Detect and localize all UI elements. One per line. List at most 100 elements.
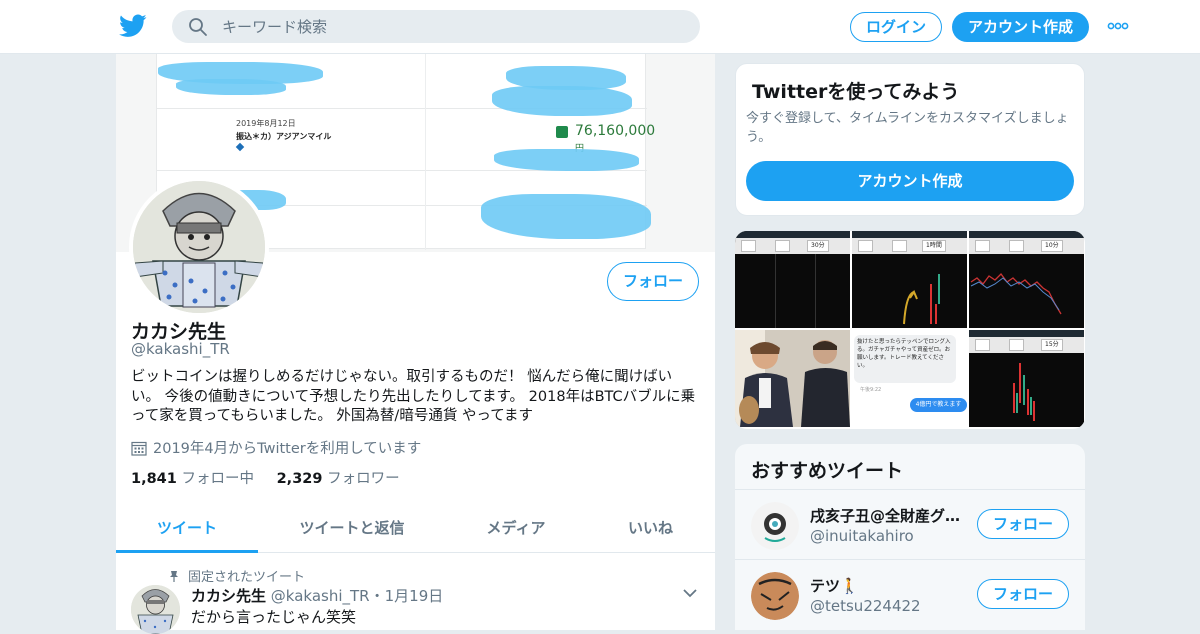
tweet-separator: ・ bbox=[369, 587, 385, 605]
recommended-follow-button[interactable]: フォロー bbox=[977, 579, 1069, 609]
recommended-account[interactable]: テツ🚶 @tetsu224422 フォロー bbox=[735, 559, 1085, 629]
profile-avatar[interactable] bbox=[129, 177, 269, 317]
redaction-blob bbox=[492, 86, 632, 116]
tab-media[interactable]: メディア bbox=[446, 506, 586, 553]
gear-icon bbox=[775, 240, 790, 252]
media-thumbnail[interactable]: 1時間 bbox=[852, 231, 967, 328]
photo-image bbox=[735, 330, 850, 427]
redaction-blob bbox=[494, 149, 639, 171]
chart-status-bar bbox=[969, 330, 1084, 337]
gear-icon bbox=[892, 240, 907, 252]
following-label: フォロー中 bbox=[181, 471, 254, 487]
redaction-blob bbox=[481, 194, 651, 239]
chart-status-bar bbox=[969, 231, 1084, 238]
timeframe-label: 15分 bbox=[1041, 339, 1063, 351]
media-thumbnail[interactable]: 10分 bbox=[969, 231, 1084, 328]
followers-count: 2,329 bbox=[276, 471, 323, 487]
avatar-image bbox=[751, 502, 799, 550]
chart-toolbar: 15分 bbox=[969, 337, 1084, 353]
media-thumbnail[interactable]: 15分 bbox=[969, 330, 1084, 427]
calendar-icon bbox=[131, 441, 147, 456]
tweet-date[interactable]: 1月19日 bbox=[385, 587, 444, 605]
avatar-drawing bbox=[133, 181, 265, 313]
grid-icon bbox=[741, 240, 756, 252]
search-input[interactable] bbox=[222, 10, 682, 43]
media-grid: 30分 1時間 10分 抜けたと思ったらテッペンでロング入る。ガチャガチャやって… bbox=[735, 231, 1085, 429]
pinned-label: 固定されたツイート bbox=[168, 566, 305, 585]
tweet-author-name[interactable]: カカシ先生 bbox=[191, 587, 266, 605]
tweet-author-avatar[interactable] bbox=[131, 585, 180, 634]
pin-icon bbox=[170, 571, 178, 582]
media-thumbnail[interactable] bbox=[735, 330, 850, 427]
tab-likes[interactable]: いいね bbox=[586, 506, 715, 553]
profile-handle[interactable]: @kakashi_TR bbox=[131, 340, 230, 358]
join-date-text: 2019年4月からTwitterを利用しています bbox=[153, 441, 422, 457]
transaction-date: 2019年8月12日 bbox=[236, 119, 296, 128]
divider bbox=[425, 54, 426, 250]
signup-card-button[interactable]: アカウント作成 bbox=[746, 161, 1074, 201]
recommended-name[interactable]: 戌亥子丑@全財産グ… bbox=[810, 505, 965, 526]
candlestick-chart bbox=[970, 273, 1062, 315]
grid-icon bbox=[975, 240, 990, 252]
pinned-label-text: 固定されたツイート bbox=[188, 570, 306, 585]
recommended-handle[interactable]: @inuitakahiro bbox=[810, 527, 914, 545]
pencil-icon bbox=[235, 142, 245, 152]
gear-icon bbox=[1009, 240, 1024, 252]
chat-message: 抜けたと思ったらテッペンでロング入る。ガチャガチャやって資産ゼロ。お願いします。… bbox=[854, 335, 956, 383]
tab-tweets-and-replies[interactable]: ツイートと返信 bbox=[258, 506, 446, 553]
signup-button[interactable]: アカウント作成 bbox=[952, 12, 1089, 42]
grid-icon bbox=[975, 339, 990, 351]
recommended-name[interactable]: テツ🚶 bbox=[810, 575, 965, 596]
transaction-description: 振込＊カ）アジアンマイル bbox=[236, 132, 332, 141]
tweet-text: だから言ったじゃん笑笑 bbox=[191, 608, 357, 626]
timeframe-label: 30分 bbox=[807, 240, 829, 252]
pinned-tweet[interactable]: 固定されたツイート カカシ先生 @kakashi_TR・1月19日 だから言った… bbox=[116, 554, 715, 634]
recommended-account[interactable]: 戌亥子丑@全財産グ… @inuitakahiro フォロー bbox=[735, 489, 1085, 559]
timeframe-label: 10分 bbox=[1041, 240, 1063, 252]
signup-card: Twitterを使ってみよう 今すぐ登録して、タイムラインをカスタマイズしましょ… bbox=[735, 63, 1085, 216]
timeframe-label: 1時間 bbox=[922, 240, 946, 252]
amount-value: 76,160,000 bbox=[575, 123, 656, 139]
recommended-avatar[interactable] bbox=[751, 572, 799, 620]
gear-icon bbox=[1009, 339, 1024, 351]
signup-card-title: Twitterを使ってみよう bbox=[752, 81, 960, 103]
chart-toolbar: 10分 bbox=[969, 238, 1084, 254]
grid-line bbox=[815, 254, 816, 328]
recommended-tweets-card: おすすめツイート 戌亥子丑@全財産グ… @inuitakahiro フォロー テ… bbox=[735, 444, 1085, 630]
chart-status-bar bbox=[852, 231, 967, 238]
tweet-header: カカシ先生 @kakashi_TR・1月19日 bbox=[191, 585, 443, 606]
search-box bbox=[172, 10, 700, 43]
chart-status-bar bbox=[735, 231, 850, 238]
media-thumbnail[interactable]: 30分 bbox=[735, 231, 850, 328]
recommended-handle[interactable]: @tetsu224422 bbox=[810, 597, 921, 615]
more-options-icon[interactable] bbox=[1107, 20, 1129, 32]
signup-card-subtitle: 今すぐ登録して、タイムラインをカスタマイズしましょう。 bbox=[746, 111, 1069, 145]
media-thumbnail[interactable]: 抜けたと思ったらテッペンでロング入る。ガチャガチャやって資産ゼロ。お願いします。… bbox=[852, 330, 967, 427]
search-icon bbox=[189, 18, 207, 36]
profile-stats: 1,841 フォロー中 2,329 フォロワー bbox=[131, 467, 400, 488]
tab-tweets[interactable]: ツイート bbox=[116, 506, 258, 553]
following-link[interactable]: 1,841 フォロー中 bbox=[131, 471, 254, 487]
grid-icon bbox=[858, 240, 873, 252]
followers-link[interactable]: 2,329 フォロワー bbox=[277, 471, 400, 487]
login-button[interactable]: ログイン bbox=[850, 12, 942, 42]
avatar-image bbox=[751, 572, 799, 620]
chart-toolbar: 1時間 bbox=[852, 238, 967, 254]
chart-toolbar: 30分 bbox=[735, 238, 850, 254]
tweet-author-handle[interactable]: @kakashi_TR bbox=[271, 587, 370, 605]
twitter-bird-icon[interactable] bbox=[119, 13, 147, 39]
recommended-follow-button[interactable]: フォロー bbox=[977, 509, 1069, 539]
candlestick-chart bbox=[903, 274, 940, 325]
profile-bio: ビットコインは握りしめるだけじゃない。取引するものだ！ 悩んだら俺に聞けばいい。… bbox=[131, 369, 696, 424]
followers-label: フォロワー bbox=[327, 471, 400, 487]
top-nav-bar: ログイン アカウント作成 bbox=[0, 0, 1200, 54]
chevron-down-icon[interactable] bbox=[683, 588, 697, 598]
profile-column: 2019年8月12日 振込＊カ）アジアンマイル 76,160,000 円 bbox=[116, 54, 715, 634]
recommended-avatar[interactable] bbox=[751, 502, 799, 550]
redaction-blob bbox=[176, 79, 286, 95]
candlestick-chart bbox=[1013, 363, 1035, 421]
follow-button[interactable]: フォロー bbox=[607, 262, 699, 301]
chat-reply: 4億円で教えます bbox=[910, 398, 967, 412]
deposit-icon bbox=[556, 126, 568, 138]
join-date: 2019年4月からTwitterを利用しています bbox=[131, 437, 421, 458]
